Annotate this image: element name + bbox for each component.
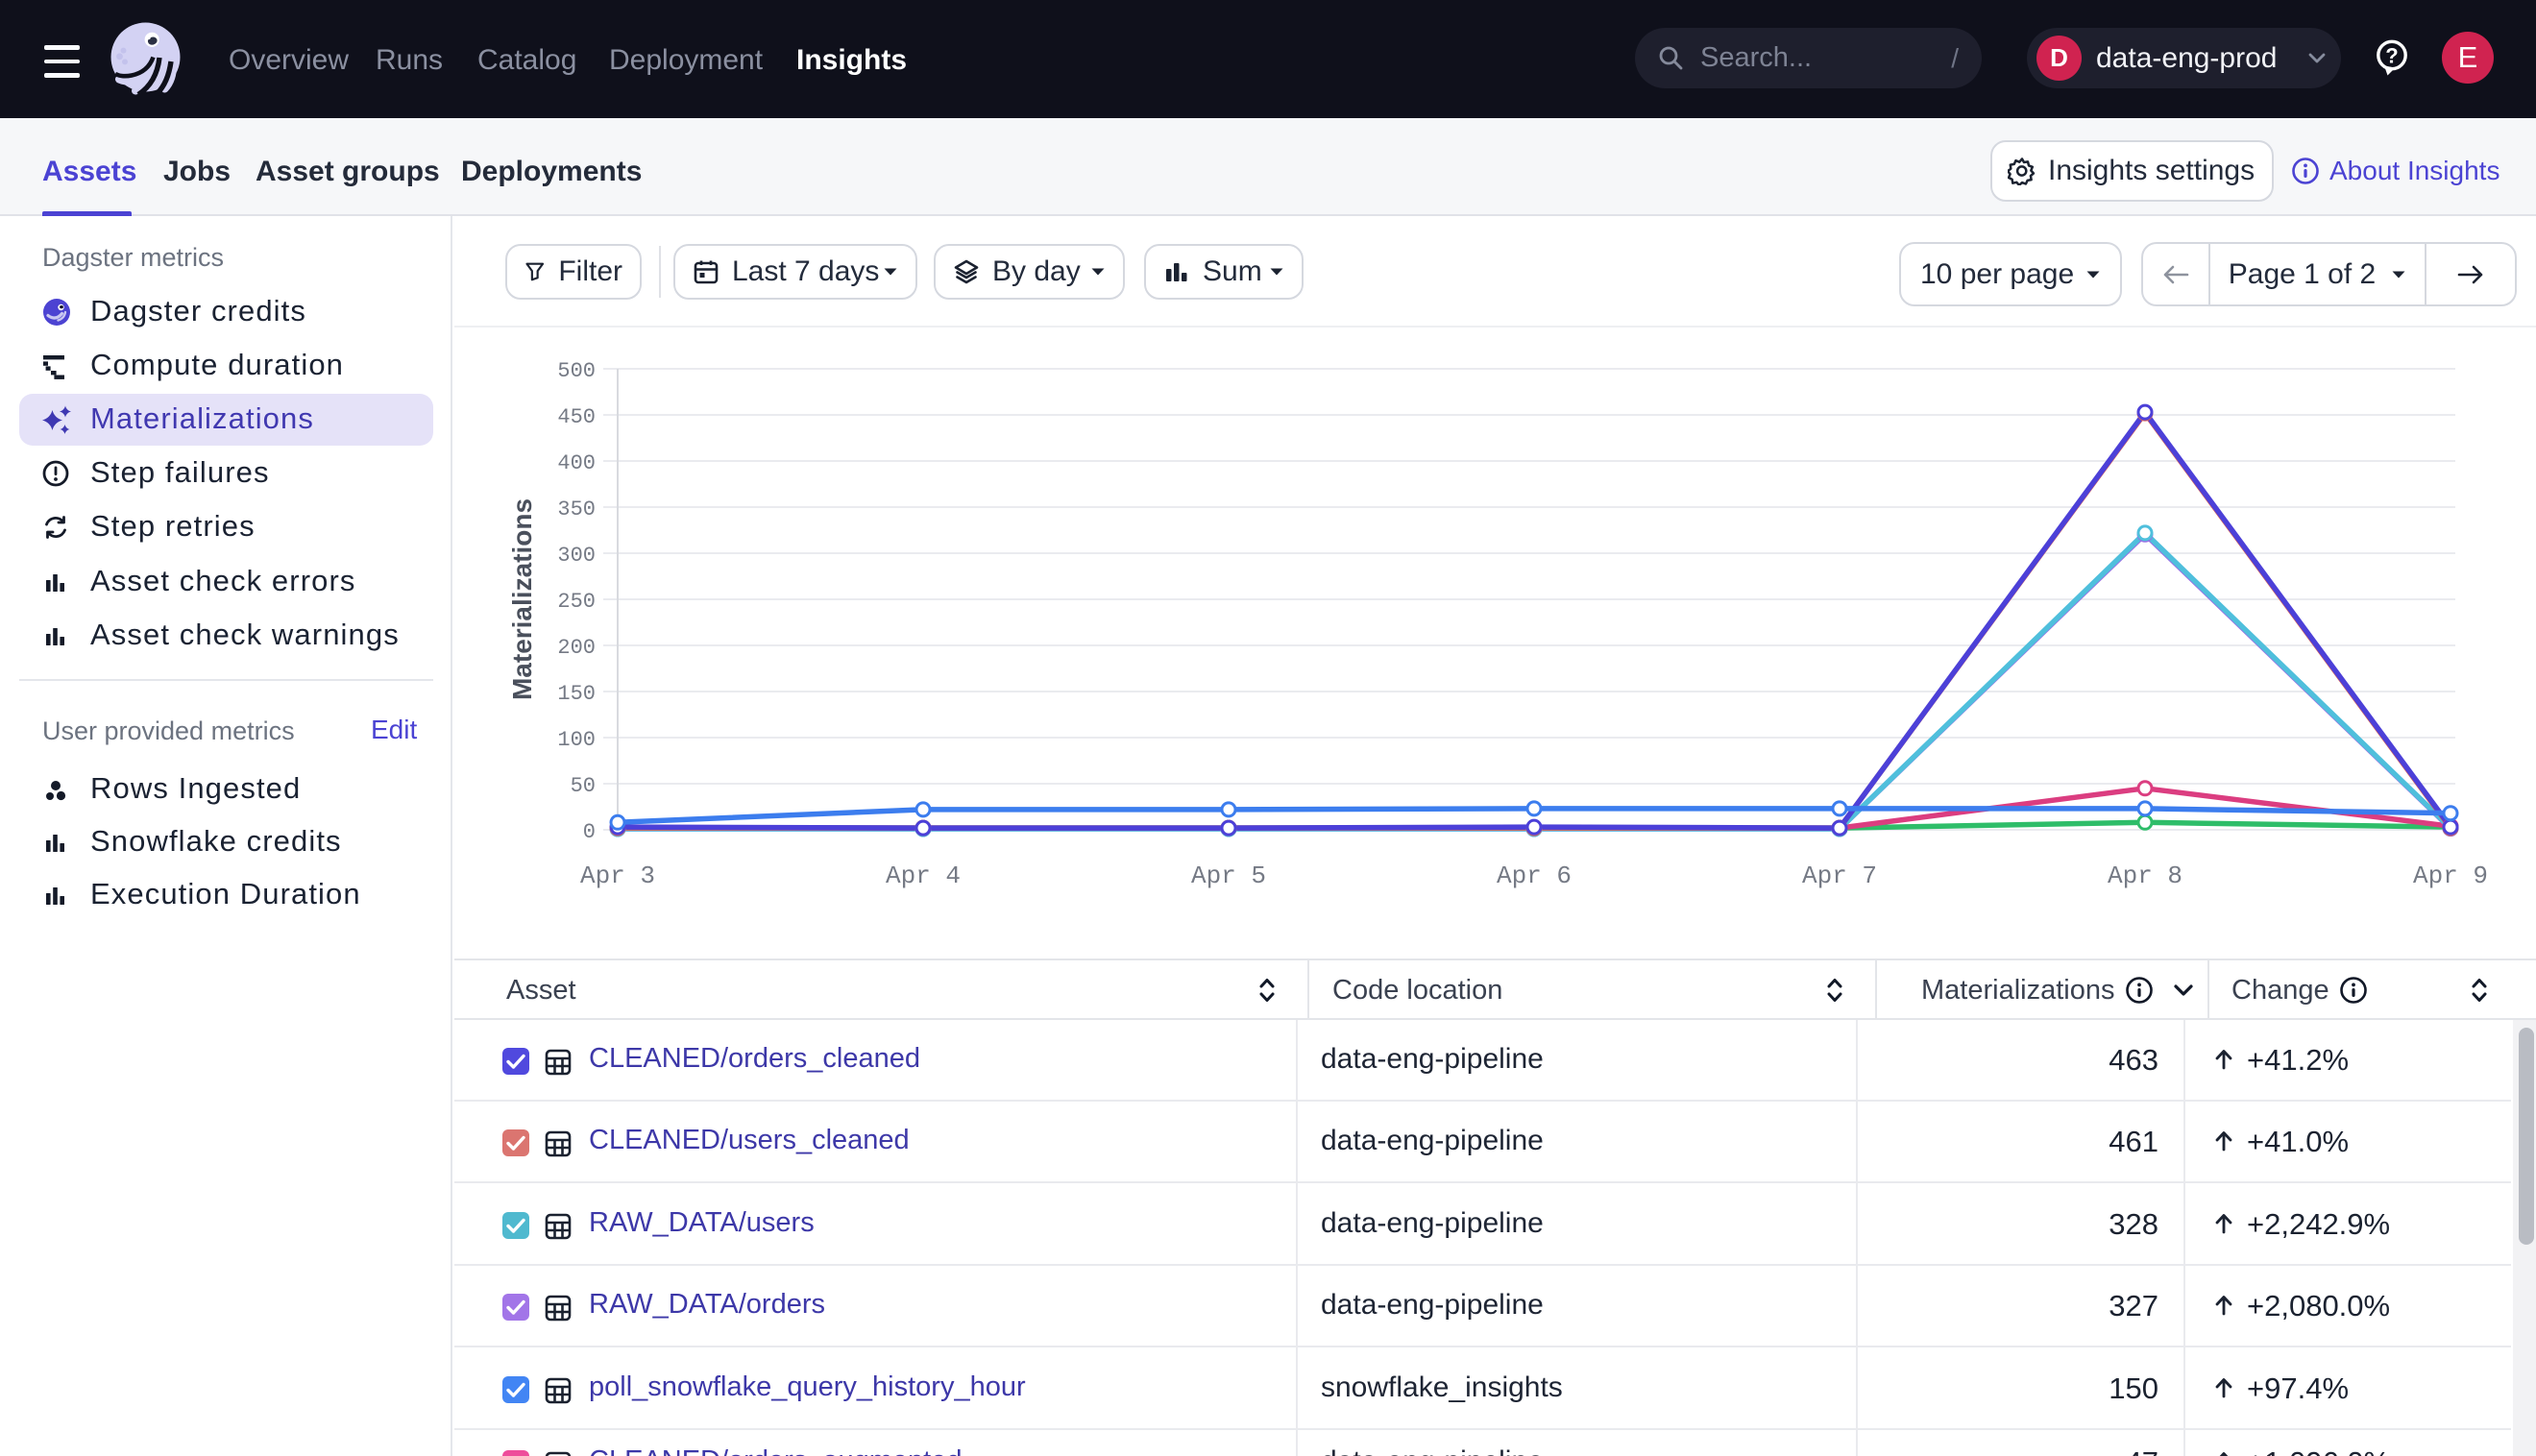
svg-text:Apr 7: Apr 7 [1802,861,1877,890]
svg-text:100: 100 [557,728,596,752]
svg-text:400: 400 [557,451,596,475]
svg-text:300: 300 [557,544,596,568]
svg-text:500: 500 [557,359,596,383]
svg-text:Apr 6: Apr 6 [1497,861,1572,890]
svg-text:250: 250 [557,590,596,614]
svg-text:Apr 9: Apr 9 [2413,861,2488,890]
svg-text:50: 50 [571,774,596,798]
svg-text:350: 350 [557,497,596,522]
svg-text:Materializations: Materializations [507,498,537,700]
svg-text:Apr 8: Apr 8 [2108,861,2182,890]
svg-text:200: 200 [557,636,596,660]
svg-text:450: 450 [557,405,596,429]
svg-text:Apr 4: Apr 4 [886,861,961,890]
svg-text:?: ? [2385,44,2398,68]
svg-text:Apr 5: Apr 5 [1191,861,1266,890]
svg-text:0: 0 [583,820,596,844]
svg-text:150: 150 [557,682,596,706]
svg-text:Apr 3: Apr 3 [580,861,655,890]
